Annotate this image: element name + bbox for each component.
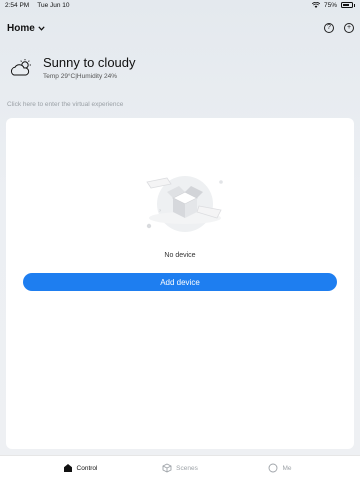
question-circle-icon[interactable]: ? (324, 23, 334, 33)
empty-box-illustration: ? (146, 176, 223, 232)
tab-bar: Control Scenes Me (0, 455, 360, 480)
no-device-message: No device (164, 252, 196, 259)
profile-circle-icon (269, 463, 278, 473)
tab-control[interactable]: Control (30, 463, 130, 473)
header-icons: ? + (324, 23, 354, 33)
wifi-icon (311, 2, 320, 8)
chevron-down-icon (38, 25, 45, 31)
weather-condition: Sunny to cloudy (43, 55, 136, 70)
home-icon (63, 464, 72, 472)
battery-icon (341, 2, 353, 8)
status-right: 75% (311, 1, 355, 9)
tab-scenes-label: Scenes (176, 464, 198, 472)
tab-scenes[interactable]: Scenes (130, 463, 230, 473)
battery-cap (354, 3, 355, 7)
weather-widget: Sunny to cloudy Temp 29°C|Humidity 24% (10, 55, 136, 80)
status-bar: 2:54 PM Tue Jun 10 75% (0, 0, 360, 10)
home-selector[interactable]: Home (7, 23, 45, 34)
status-date: Tue Jun 10 (37, 1, 70, 9)
tab-me[interactable]: Me (230, 463, 330, 473)
tab-control-label: Control (76, 464, 98, 472)
battery-percent: 75% (323, 1, 337, 9)
weather-details: Temp 29°C|Humidity 24% (43, 73, 118, 80)
plus-circle-icon[interactable]: + (344, 23, 354, 33)
weather-text: Sunny to cloudy Temp 29°C|Humidity 24% (43, 55, 136, 80)
scenes-cube-icon (162, 463, 172, 473)
add-device-button[interactable]: Add device (23, 273, 337, 291)
virtual-experience-link[interactable]: Click here to enter the virtual experien… (7, 101, 123, 108)
device-card: ? No device Add device (6, 118, 354, 449)
home-label: Home (7, 22, 35, 34)
status-time: 2:54 PM (5, 1, 30, 9)
partly-sunny-cloud-icon (10, 58, 31, 75)
svg-text:?: ? (159, 209, 161, 213)
tab-me-label: Me (282, 464, 292, 472)
header: Home ? + (7, 18, 354, 38)
